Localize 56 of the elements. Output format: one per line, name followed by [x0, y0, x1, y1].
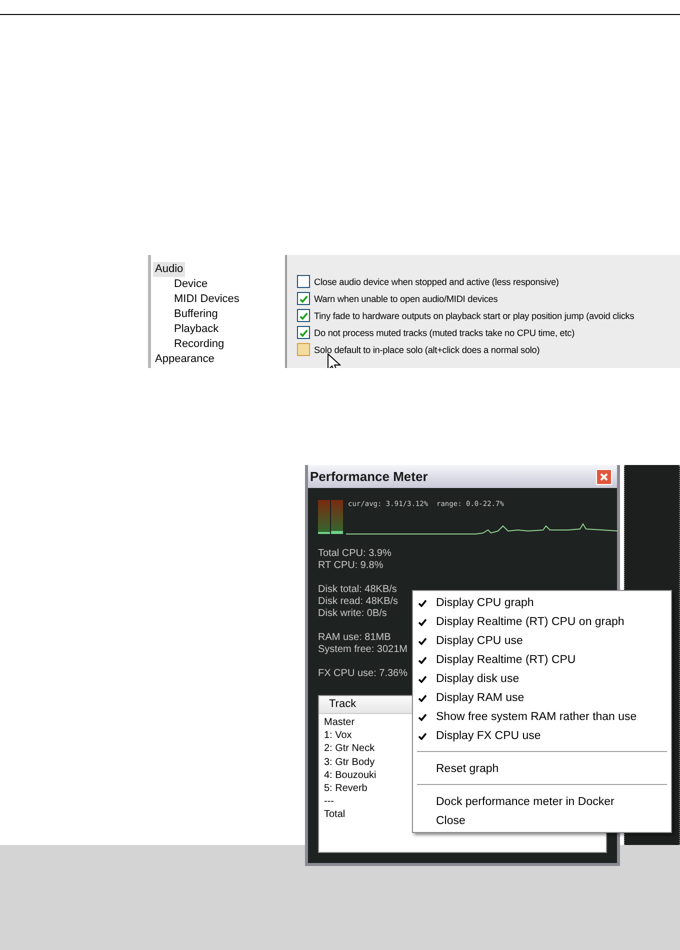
menu-item[interactable]: Display Realtime (RT) CPU [413, 650, 671, 669]
check-icon [418, 674, 427, 682]
track-name: Master [323, 716, 356, 730]
checkbox[interactable] [297, 292, 310, 305]
mouse-cursor-icon [327, 353, 341, 368]
track-name: 2: Gtr Neck [323, 742, 376, 756]
menu-item[interactable]: Close [413, 811, 671, 830]
menu-item[interactable]: Display CPU use [413, 631, 671, 650]
stat-text: System free: 3021M [318, 644, 408, 656]
sidebar-item[interactable]: Recording [172, 337, 226, 352]
stat-text: FX CPU use: 7.36% [318, 668, 408, 680]
track-name: 5: Reverb [323, 782, 368, 796]
menu-item[interactable]: Display Realtime (RT) CPU on graph [413, 612, 671, 631]
close-button[interactable] [596, 468, 612, 484]
check-icon [418, 656, 427, 664]
track-name: Total [323, 808, 346, 822]
stat-text: RAM use: 81MB [318, 632, 391, 644]
check-icon [418, 732, 427, 740]
menu-item[interactable]: Show free system RAM rather than use [413, 707, 671, 726]
track-name: 3: Gtr Body [323, 756, 376, 769]
sidebar-item[interactable]: Appearance [153, 352, 216, 367]
stat-text: Disk total: 48KB/s [318, 584, 397, 596]
check-icon [418, 618, 427, 626]
window-title: Performance Meter [310, 469, 428, 484]
track-name: 4: Bouzouki [323, 768, 378, 782]
close-icon [598, 470, 610, 482]
sidebar-item[interactable]: Device [172, 277, 210, 292]
stat-text: Disk read: 48KB/s [318, 596, 398, 608]
menu-item[interactable]: Display disk use [413, 669, 671, 688]
sidebar-item[interactable]: Audio [153, 262, 186, 277]
checkbox[interactable] [297, 275, 310, 288]
checkbox[interactable] [297, 343, 310, 356]
sidebar-item[interactable]: Playback [172, 322, 221, 337]
track-name: 1: Vox [323, 729, 353, 742]
checkbox[interactable] [297, 309, 310, 322]
menu-item[interactable]: Display FX CPU use [413, 726, 671, 745]
stat-text: Disk write: 0B/s [318, 608, 387, 620]
stat-text: Total CPU: 3.9% [318, 548, 392, 560]
check-icon [418, 712, 427, 720]
sidebar-item[interactable]: Buffering [172, 307, 220, 322]
track-name: --- [323, 795, 335, 808]
menu-item[interactable]: Dock performance meter in Docker [413, 792, 671, 811]
stat-text: RT CPU: 9.8% [318, 560, 384, 572]
menu-item[interactable]: Reset graph [413, 759, 671, 778]
option-label: Solo default to in-place solo (alt+click does a normal solo) [314, 344, 540, 354]
option-label: Warn when unable to open audio/MIDI devices [314, 294, 498, 304]
checkbox[interactable] [297, 326, 310, 339]
check-icon [418, 598, 427, 606]
sidebar-item[interactable]: MIDI Devices [172, 292, 242, 307]
check-icon [418, 636, 427, 644]
menu-item[interactable]: Display RAM use [413, 688, 671, 707]
option-label: Do not process muted tracks (muted tracks take no CPU time, etc) [314, 328, 575, 338]
check-icon [418, 694, 427, 702]
option-label: Close audio device when stopped and active (less responsive) [314, 276, 559, 286]
option-label: Tiny fade to hardware outputs on playback start or play position jump (avoid clicks [314, 310, 634, 320]
menu-item[interactable]: Display CPU graph [413, 593, 671, 612]
